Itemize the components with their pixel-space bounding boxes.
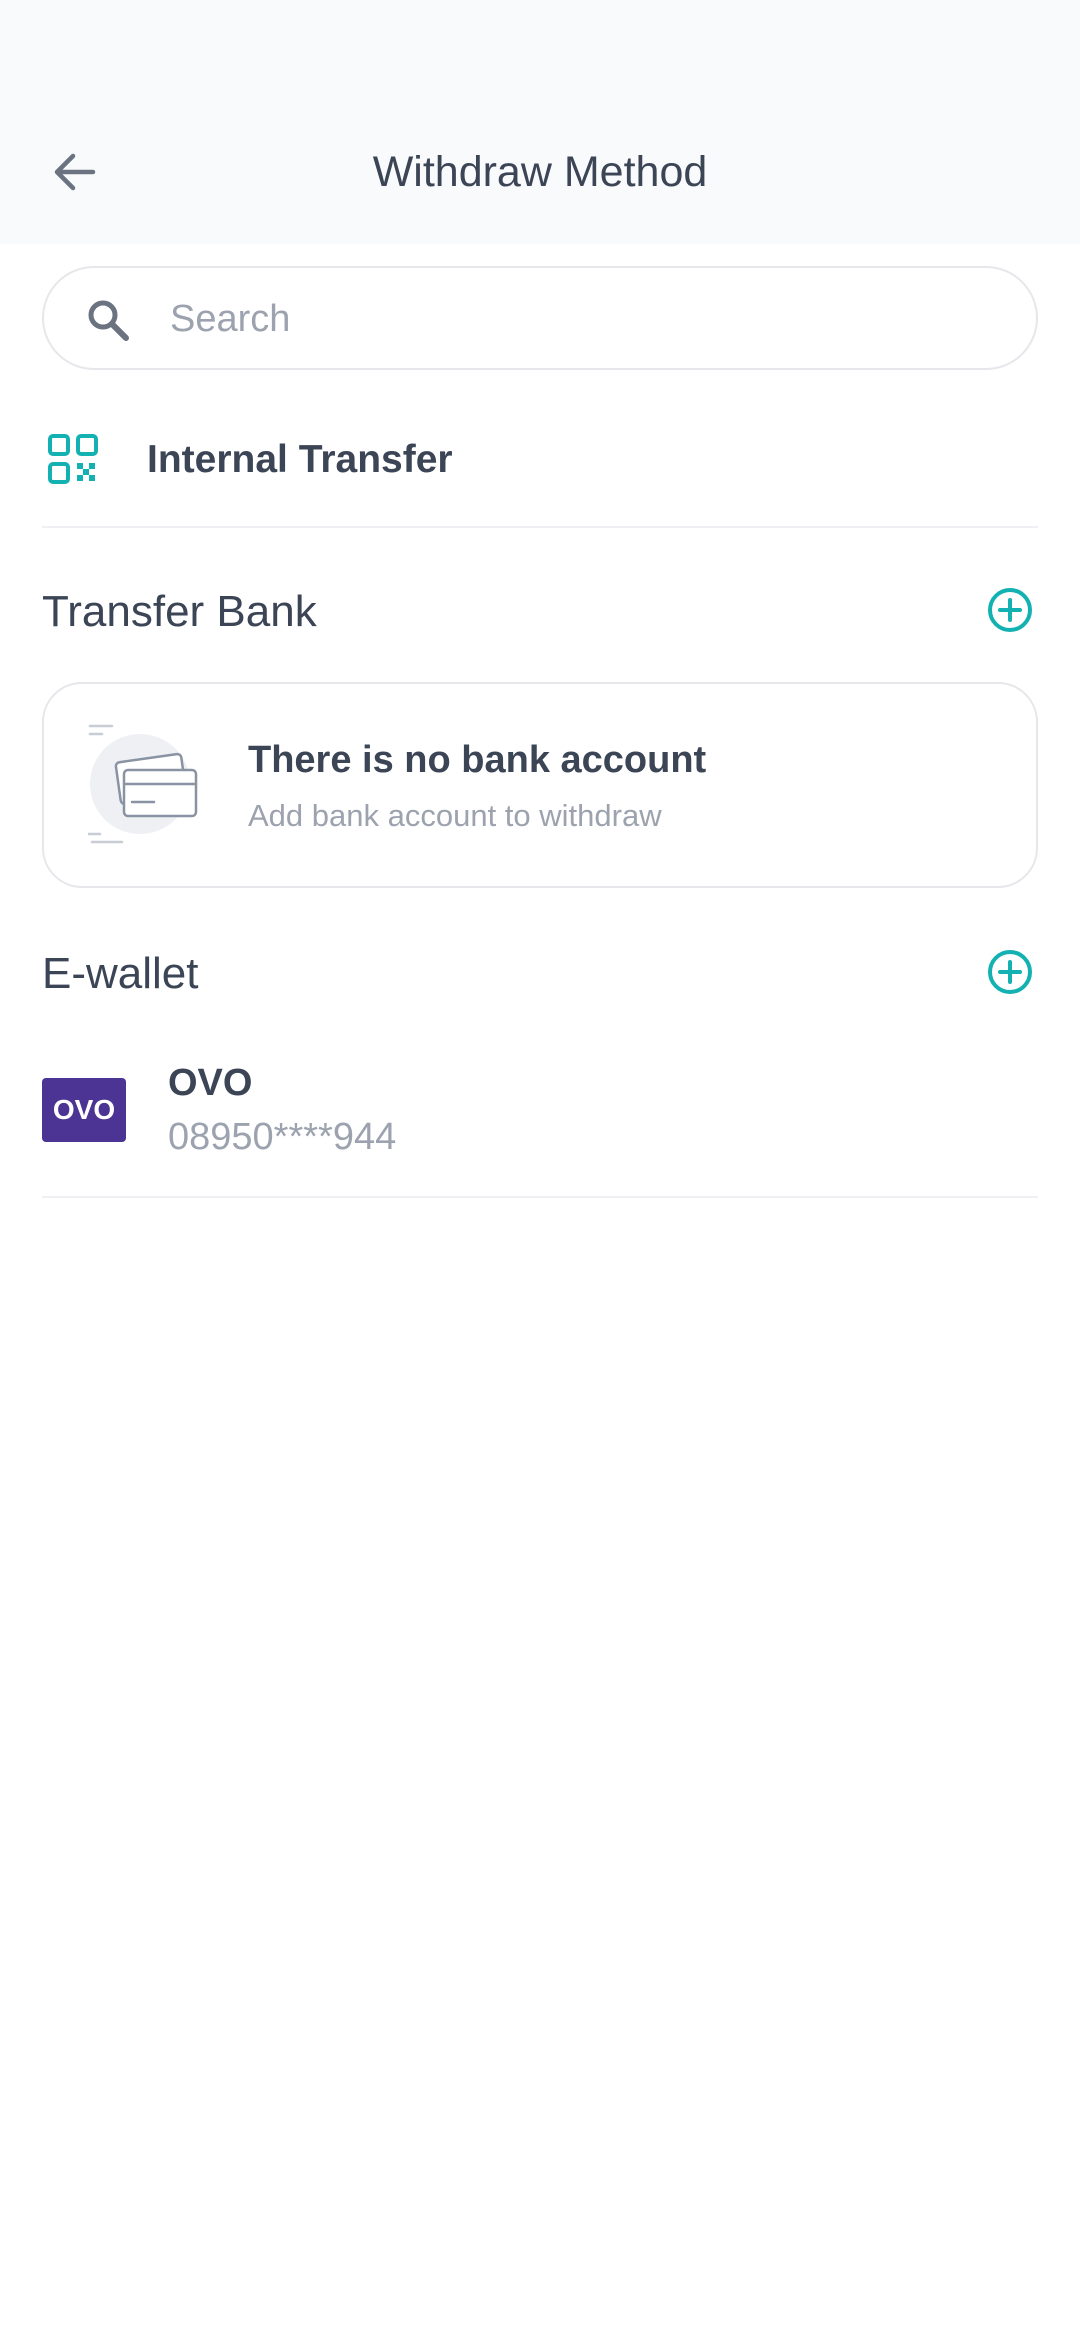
search-icon xyxy=(88,300,129,341)
search-input[interactable] xyxy=(168,288,992,350)
ewallet-name: OVO xyxy=(168,1062,253,1104)
internal-transfer-label: Internal Transfer xyxy=(147,438,453,481)
transfer-bank-title: Transfer Bank xyxy=(42,587,317,636)
page-title: Withdraw Method xyxy=(372,148,708,196)
status-bar xyxy=(0,0,1080,100)
qr-code-icon xyxy=(48,434,98,484)
add-bank-button[interactable] xyxy=(986,586,1034,634)
ewallet-item-ovo[interactable]: OVO OVO 08950****944 xyxy=(42,1046,1038,1198)
empty-state-title: There is no bank account xyxy=(248,739,707,781)
search-box[interactable] xyxy=(42,266,1038,370)
add-ewallet-button[interactable] xyxy=(986,948,1034,996)
ewallet-title: E-wallet xyxy=(42,949,199,998)
empty-state-subtitle: Add bank account to withdraw xyxy=(248,798,662,833)
app-header: Withdraw Method xyxy=(0,100,1080,244)
ewallet-number: 08950****944 xyxy=(168,1116,397,1158)
bank-card-illustration xyxy=(88,724,198,844)
ovo-logo: OVO xyxy=(42,1078,126,1142)
internal-transfer-item[interactable]: Internal Transfer xyxy=(42,410,1038,528)
no-bank-account-card: There is no bank account Add bank accoun… xyxy=(42,682,1038,888)
